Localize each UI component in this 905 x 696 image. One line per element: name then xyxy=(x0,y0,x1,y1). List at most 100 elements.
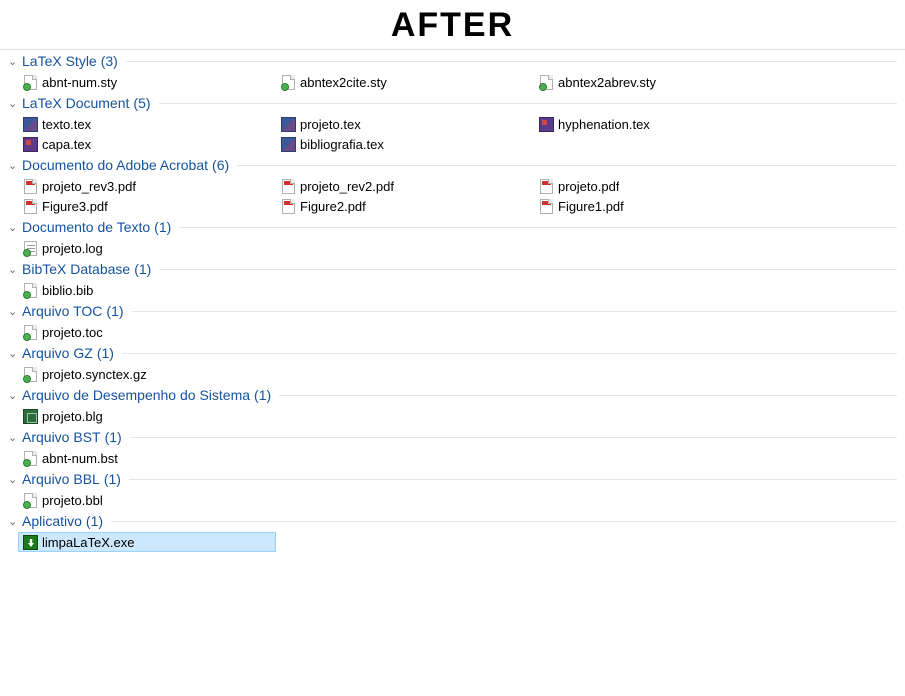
generic-file-icon xyxy=(22,450,38,466)
chevron-down-icon: ⌄ xyxy=(8,305,20,318)
file-grid: limpaLaTeX.exe xyxy=(0,532,905,552)
file-item[interactable]: Figure2.pdf xyxy=(276,196,534,216)
group-header[interactable]: ⌄Arquivo GZ(1) xyxy=(0,342,905,364)
group-label: LaTeX Document xyxy=(22,95,129,111)
group-label: LaTeX Style xyxy=(22,53,97,69)
file-grid: abnt-num.bst xyxy=(0,448,905,468)
file-item[interactable]: Figure3.pdf xyxy=(18,196,276,216)
group-header[interactable]: ⌄LaTeX Style(3) xyxy=(0,50,905,72)
file-item[interactable]: abnt-num.sty xyxy=(18,72,276,92)
chevron-down-icon: ⌄ xyxy=(8,159,20,172)
file-grid: projeto.toc xyxy=(0,322,905,342)
tex-file-icon xyxy=(22,116,38,132)
file-item[interactable]: projeto.tex xyxy=(276,114,534,134)
group-count: (1) xyxy=(254,387,271,403)
group-divider xyxy=(237,165,897,166)
group-header[interactable]: ⌄Documento de Texto(1) xyxy=(0,216,905,238)
file-name: capa.tex xyxy=(42,137,91,152)
exe-file-icon xyxy=(22,534,38,550)
file-name: biblio.bib xyxy=(42,283,93,298)
text-file-icon xyxy=(22,240,38,256)
chevron-down-icon: ⌄ xyxy=(8,347,20,360)
blg-file-icon xyxy=(22,408,38,424)
group-label: Arquivo TOC xyxy=(22,303,102,319)
file-name: projeto_rev3.pdf xyxy=(42,179,136,194)
pdf-file-icon xyxy=(22,198,38,214)
file-item[interactable]: projeto_rev3.pdf xyxy=(18,176,276,196)
group-count: (1) xyxy=(86,513,103,529)
file-item[interactable]: projeto.log xyxy=(18,238,276,258)
generic-file-icon xyxy=(22,366,38,382)
group-count: (3) xyxy=(101,53,118,69)
group-divider xyxy=(111,521,897,522)
file-name: bibliografia.tex xyxy=(300,137,384,152)
file-item[interactable]: abntex2cite.sty xyxy=(276,72,534,92)
group-count: (6) xyxy=(212,157,229,173)
group-label: Arquivo GZ xyxy=(22,345,93,361)
file-name: limpaLaTeX.exe xyxy=(42,535,135,550)
file-item[interactable]: projeto.pdf xyxy=(534,176,792,196)
chevron-down-icon: ⌄ xyxy=(8,263,20,276)
file-item[interactable]: projeto.synctex.gz xyxy=(18,364,276,384)
pdf-file-icon xyxy=(538,178,554,194)
file-grid: texto.tex projeto.tex hyphenation.tex capa.… xyxy=(0,114,905,154)
file-grid: projeto.log xyxy=(0,238,905,258)
tex-file-icon xyxy=(22,136,38,152)
group-label: Documento do Adobe Acrobat xyxy=(22,157,208,173)
sty-file-icon xyxy=(280,74,296,90)
file-item[interactable]: limpaLaTeX.exe xyxy=(18,532,276,552)
group-divider xyxy=(159,103,897,104)
file-item[interactable]: projeto.toc xyxy=(18,322,276,342)
file-item[interactable]: hyphenation.tex xyxy=(534,114,792,134)
group-header[interactable]: ⌄Documento do Adobe Acrobat(6) xyxy=(0,154,905,176)
file-item[interactable]: abnt-num.bst xyxy=(18,448,276,468)
sty-file-icon xyxy=(22,74,38,90)
file-grid: projeto.bbl xyxy=(0,490,905,510)
file-item[interactable]: texto.tex xyxy=(18,114,276,134)
chevron-down-icon: ⌄ xyxy=(8,389,20,402)
file-name: abnt-num.sty xyxy=(42,75,117,90)
file-grid: projeto.synctex.gz xyxy=(0,364,905,384)
group-label: BibTeX Database xyxy=(22,261,130,277)
file-name: projeto.bbl xyxy=(42,493,103,508)
group-divider xyxy=(279,395,897,396)
file-item[interactable]: projeto.bbl xyxy=(18,490,276,510)
file-name: projeto_rev2.pdf xyxy=(300,179,394,194)
group-header[interactable]: ⌄Arquivo BST(1) xyxy=(0,426,905,448)
group-divider xyxy=(159,269,897,270)
file-name: projeto.log xyxy=(42,241,103,256)
tex-file-icon xyxy=(280,136,296,152)
group-header[interactable]: ⌄Arquivo BBL(1) xyxy=(0,468,905,490)
file-item[interactable]: abntex2abrev.sty xyxy=(534,72,792,92)
group-divider xyxy=(179,227,897,228)
file-name: Figure2.pdf xyxy=(300,199,366,214)
group-header[interactable]: ⌄Arquivo de Desempenho do Sistema(1) xyxy=(0,384,905,406)
file-item[interactable]: biblio.bib xyxy=(18,280,276,300)
group-divider xyxy=(132,311,897,312)
group-header[interactable]: ⌄Arquivo TOC(1) xyxy=(0,300,905,322)
chevron-down-icon: ⌄ xyxy=(8,431,20,444)
file-grid: abnt-num.sty abntex2cite.sty abntex2abrev.… xyxy=(0,72,905,92)
file-item[interactable]: capa.tex xyxy=(18,134,276,154)
group-count: (1) xyxy=(105,429,122,445)
file-item[interactable]: projeto_rev2.pdf xyxy=(276,176,534,196)
pdf-file-icon xyxy=(22,178,38,194)
group-header[interactable]: ⌄LaTeX Document(5) xyxy=(0,92,905,114)
file-grid: biblio.bib xyxy=(0,280,905,300)
group-divider xyxy=(129,479,897,480)
group-header[interactable]: ⌄Aplicativo(1) xyxy=(0,510,905,532)
file-grid: projeto_rev3.pdf projeto_rev2.pdf projeto.… xyxy=(0,176,905,216)
file-item[interactable]: Figure1.pdf xyxy=(534,196,792,216)
chevron-down-icon: ⌄ xyxy=(8,473,20,486)
tex-file-icon xyxy=(538,116,554,132)
file-item[interactable]: bibliografia.tex xyxy=(276,134,534,154)
page-title: AFTER xyxy=(0,0,905,50)
group-divider xyxy=(122,353,897,354)
group-label: Arquivo BBL xyxy=(22,471,100,487)
file-name: abntex2abrev.sty xyxy=(558,75,656,90)
group-header[interactable]: ⌄BibTeX Database(1) xyxy=(0,258,905,280)
generic-file-icon xyxy=(22,324,38,340)
file-item[interactable]: projeto.blg xyxy=(18,406,276,426)
file-name: projeto.tex xyxy=(300,117,361,132)
chevron-down-icon: ⌄ xyxy=(8,55,20,68)
